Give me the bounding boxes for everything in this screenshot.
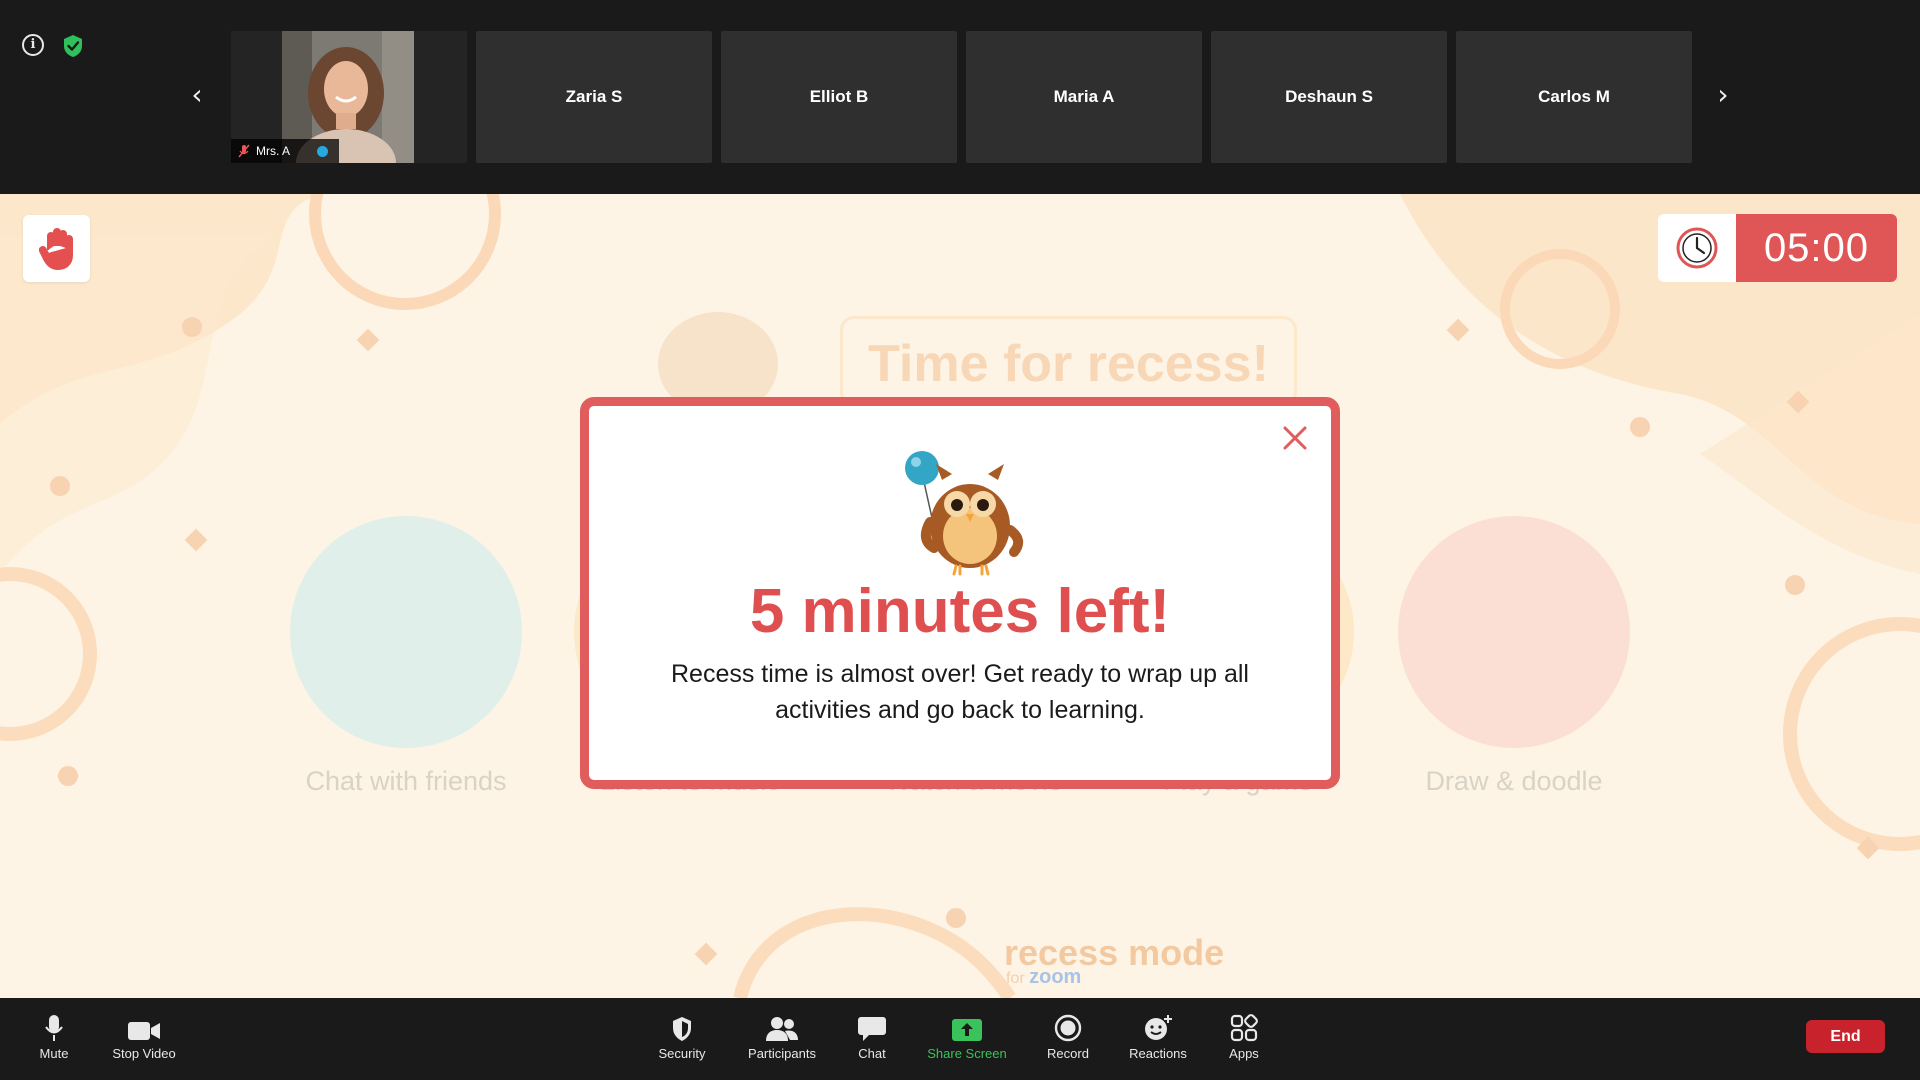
participant-name: Zaria S xyxy=(565,87,623,106)
seal-icon xyxy=(290,516,522,748)
owl-with-balloon-icon xyxy=(905,451,1024,576)
meeting-info-icon[interactable]: i xyxy=(22,34,44,56)
participants-button[interactable]: Participants xyxy=(736,1012,828,1068)
modal-title: 5 minutes left! xyxy=(749,577,1171,646)
modal-body: Recess time is almost over! Get ready to… xyxy=(670,660,1249,724)
recess-mode-sublogo: for zoom xyxy=(1006,966,1082,988)
reactions-button[interactable]: Reactions xyxy=(1112,1012,1204,1068)
microphone-icon xyxy=(45,1015,63,1041)
participant-strip: i ‹ Mrs. A Zaria S Elliot B Maria A Desh… xyxy=(0,0,1920,194)
participant-name: Elliot B xyxy=(809,87,869,106)
video-camera-icon xyxy=(128,1022,160,1040)
participants-icon xyxy=(766,1017,798,1041)
prev-page-chevron-left-icon[interactable]: ‹ xyxy=(182,80,212,110)
self-video-tile[interactable]: Mrs. A xyxy=(231,31,467,163)
end-meeting-button[interactable]: End xyxy=(1806,1020,1885,1053)
apps-grid-icon xyxy=(1230,1014,1258,1042)
activity-label: Chat with friends xyxy=(305,766,507,796)
self-name-label: Mrs. A xyxy=(231,139,339,163)
record-icon xyxy=(1054,1014,1082,1042)
participant-name: Carlos M xyxy=(1538,87,1610,106)
security-shield-icon xyxy=(673,1017,691,1041)
time-warning-modal: 5 minutes left! Recess time is almost ov… xyxy=(580,397,1340,789)
mic-muted-icon xyxy=(238,144,250,158)
raise-hand-button[interactable] xyxy=(23,215,90,282)
close-icon[interactable] xyxy=(1281,424,1309,452)
recess-timer: 05:00 xyxy=(1658,214,1897,282)
encryption-shield-icon[interactable] xyxy=(62,34,84,58)
timer-value: 05:00 xyxy=(1736,214,1897,282)
share-screen-button[interactable]: Share Screen xyxy=(921,1012,1013,1068)
meeting-toolbar: Mute Stop Video Security Participants Ch… xyxy=(0,998,1920,1080)
participant-tile[interactable]: Deshaun S xyxy=(1211,31,1447,163)
mute-button[interactable]: Mute xyxy=(8,1012,100,1068)
background-title: Time for recess! xyxy=(840,316,1297,406)
share-screen-icon xyxy=(952,1019,982,1041)
participant-tile[interactable]: Zaria S xyxy=(476,31,712,163)
record-button[interactable]: Record xyxy=(1022,1012,1114,1068)
raised-hand-icon xyxy=(38,227,73,270)
reactions-smiley-icon xyxy=(1145,1015,1172,1040)
clock-icon xyxy=(1658,214,1736,282)
activity-draw[interactable]: Draw & doodle xyxy=(1396,516,1632,797)
security-button[interactable]: Security xyxy=(636,1012,728,1068)
participant-name: Maria A xyxy=(1053,87,1115,106)
chat-bubble-icon xyxy=(858,1017,886,1041)
apps-button[interactable]: Apps xyxy=(1198,1012,1290,1068)
participant-tile[interactable]: Maria A xyxy=(966,31,1202,163)
activity-chat[interactable]: Chat with friends xyxy=(288,516,524,797)
chat-button[interactable]: Chat xyxy=(826,1012,918,1068)
red-panda-icon xyxy=(1398,516,1630,748)
next-page-chevron-right-icon[interactable]: › xyxy=(1708,80,1738,110)
status-dot-icon xyxy=(317,146,328,157)
participant-tile[interactable]: Elliot B xyxy=(721,31,957,163)
participant-tile[interactable]: Carlos M xyxy=(1456,31,1692,163)
stop-video-button[interactable]: Stop Video xyxy=(98,1012,190,1068)
activity-label: Draw & doodle xyxy=(1425,766,1603,796)
participant-name: Deshaun S xyxy=(1285,87,1373,106)
